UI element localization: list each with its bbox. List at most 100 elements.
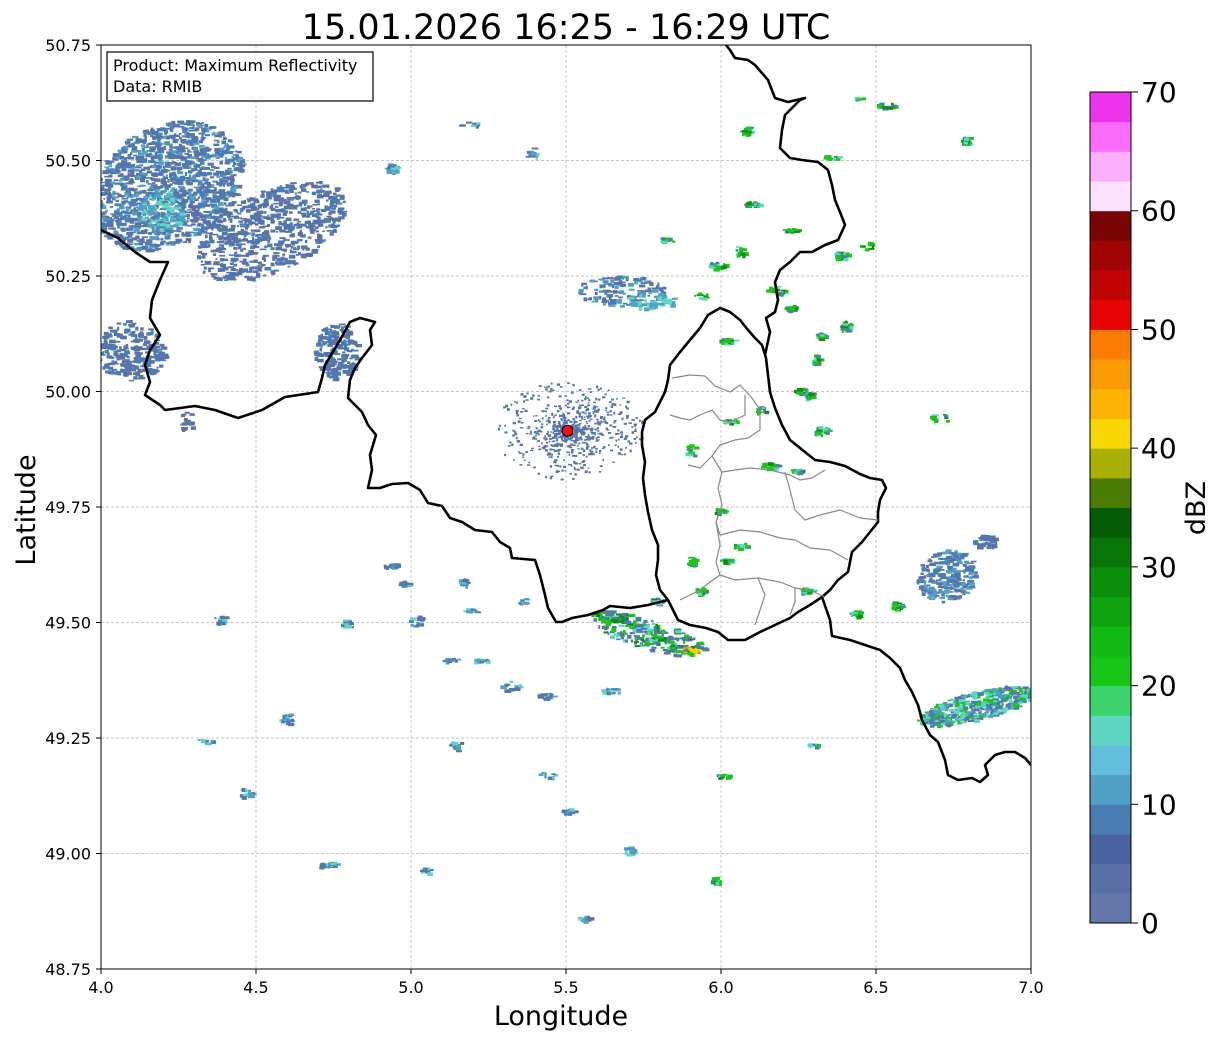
echo-cell	[967, 580, 974, 582]
echo-cell	[972, 707, 974, 709]
echo-cell	[206, 197, 211, 200]
echo-cell	[293, 248, 299, 250]
echo-cell	[599, 291, 603, 293]
echo-cell	[647, 303, 650, 307]
echo-cell	[201, 253, 204, 255]
echo-cell	[189, 133, 195, 137]
echo-cell	[595, 292, 598, 295]
echo-cell	[132, 360, 136, 362]
echo-cell	[651, 620, 654, 622]
echo-cell	[313, 187, 319, 189]
echo-cell	[221, 263, 224, 265]
echo-cell	[260, 234, 264, 236]
echo-cell	[279, 217, 284, 219]
echo-cell	[625, 436, 628, 438]
echo-cell	[246, 209, 251, 213]
echo-cell	[976, 702, 982, 706]
echo-cell	[578, 452, 581, 454]
echo-cell	[96, 357, 101, 359]
echo-cell	[507, 408, 509, 410]
echo-cell	[1010, 699, 1012, 702]
echo-cell	[569, 421, 572, 423]
echo-cell	[152, 172, 157, 175]
echo-cell	[640, 642, 643, 644]
echo-cell	[158, 161, 164, 165]
echo-cell	[164, 147, 166, 150]
echo-cell	[330, 196, 334, 199]
echo-cell	[597, 410, 599, 413]
echo-cell	[307, 211, 309, 214]
echo-cell	[550, 477, 553, 479]
echo-cell	[546, 423, 548, 425]
echo-cell	[211, 198, 216, 202]
echo-cell	[607, 412, 609, 413]
echo-cell	[228, 235, 235, 237]
map-plot-area[interactable]	[89, 45, 1039, 969]
echo-cell	[318, 335, 320, 338]
echo-cell	[681, 632, 685, 634]
echo-cell	[693, 637, 695, 639]
echo-cell	[147, 166, 150, 170]
echo-cell	[310, 230, 315, 234]
echo-cell	[253, 252, 258, 254]
echo-cell	[143, 343, 147, 346]
echo-cell	[121, 187, 127, 190]
echo-cell	[109, 357, 114, 359]
echo-cell	[218, 225, 224, 227]
echo-cell	[625, 639, 628, 642]
figure-title: 15.01.2026 16:25 - 16:29 UTC	[302, 8, 831, 48]
echo-cell	[591, 438, 594, 440]
echo-cell	[207, 184, 211, 188]
echo-cell	[577, 445, 579, 447]
echo-cell	[223, 237, 229, 241]
echo-cell	[584, 442, 587, 444]
echo-cell	[549, 441, 551, 443]
echo-cell	[102, 366, 105, 370]
echo-cell	[545, 415, 547, 416]
echo-cell	[94, 196, 101, 198]
echo-cell	[586, 448, 588, 450]
echo-cell	[135, 327, 138, 331]
echo-cell	[964, 565, 967, 567]
echo-cell	[536, 431, 538, 433]
echo-cell	[102, 185, 106, 187]
echo-cell	[261, 193, 264, 195]
echo-cell	[551, 382, 553, 384]
echo-cell	[621, 454, 623, 455]
echo-cell	[239, 261, 246, 263]
echo-cell	[290, 234, 295, 238]
echo-cell	[138, 361, 141, 363]
echo-cell	[578, 400, 580, 402]
echo-cell	[157, 220, 162, 222]
echo-cell	[921, 568, 926, 572]
echo-cell	[559, 433, 561, 435]
echo-cell	[320, 339, 324, 342]
echo-cell	[247, 240, 250, 243]
echo-cell	[125, 212, 132, 214]
echo-cell	[142, 151, 148, 155]
echo-cell	[95, 197, 97, 200]
echo-cell	[661, 647, 665, 649]
echo-cell	[544, 439, 546, 441]
radar-figure: 15.01.2026 16:25 - 16:29 UTC 4.04.55.05.…	[0, 0, 1219, 1040]
echo-cell	[317, 203, 320, 205]
echo-cell	[597, 423, 600, 425]
echo-cell	[972, 696, 978, 699]
echo-cell	[134, 351, 139, 354]
echo-cell	[565, 421, 567, 423]
echo-cell	[599, 450, 601, 452]
echo-cell	[887, 106, 893, 109]
echo-cell	[317, 216, 320, 220]
echo-cell	[222, 179, 228, 182]
echo-cell	[334, 326, 339, 329]
echo-cell	[113, 154, 119, 157]
echo-cell	[546, 433, 548, 435]
echo-cell	[616, 299, 622, 303]
echo-cell	[843, 323, 848, 325]
echo-cell	[202, 172, 206, 175]
echo-cell	[191, 426, 196, 430]
echo-cell	[962, 593, 965, 595]
echo-cell	[151, 330, 154, 334]
echo-cell	[201, 186, 207, 188]
echo-cell	[565, 405, 567, 407]
